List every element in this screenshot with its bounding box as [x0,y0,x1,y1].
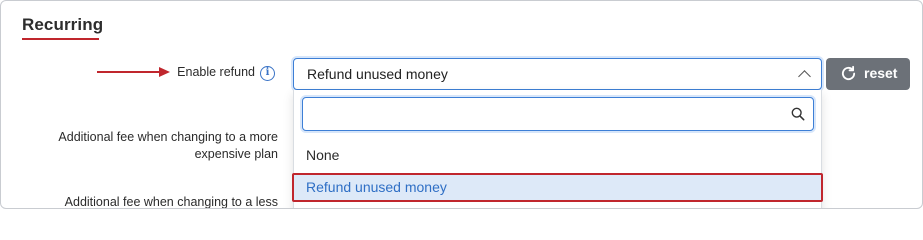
enable-refund-select[interactable]: Refund unused money [293,58,822,90]
search-icon [791,107,805,121]
section-title: Recurring [22,15,104,34]
chevron-up-icon[interactable] [798,70,811,83]
refund-dropdown-menu: None Refund unused money [292,90,823,208]
dropdown-search-box[interactable] [302,97,814,131]
enable-refund-label: Enable refund [177,65,255,79]
dropdown-search-input[interactable] [309,102,779,126]
expensive-plan-fee-label: Additional fee when changing to a more e… [58,130,278,161]
less-expensive-plan-fee-label: Additional fee when changing to a less [64,195,278,209]
reset-button[interactable]: reset [826,58,910,90]
section-title-underline [22,38,99,40]
reset-button-label: reset [864,65,898,81]
dropdown-option-refund-unused-money[interactable]: Refund unused money [292,173,823,202]
recurring-card: Recurring Enable refund i Refund unused … [0,0,923,209]
refresh-icon [841,65,856,81]
select-value: Refund unused money [307,66,448,82]
dropdown-option-none[interactable]: None [294,141,821,169]
info-icon[interactable]: i [260,66,275,81]
